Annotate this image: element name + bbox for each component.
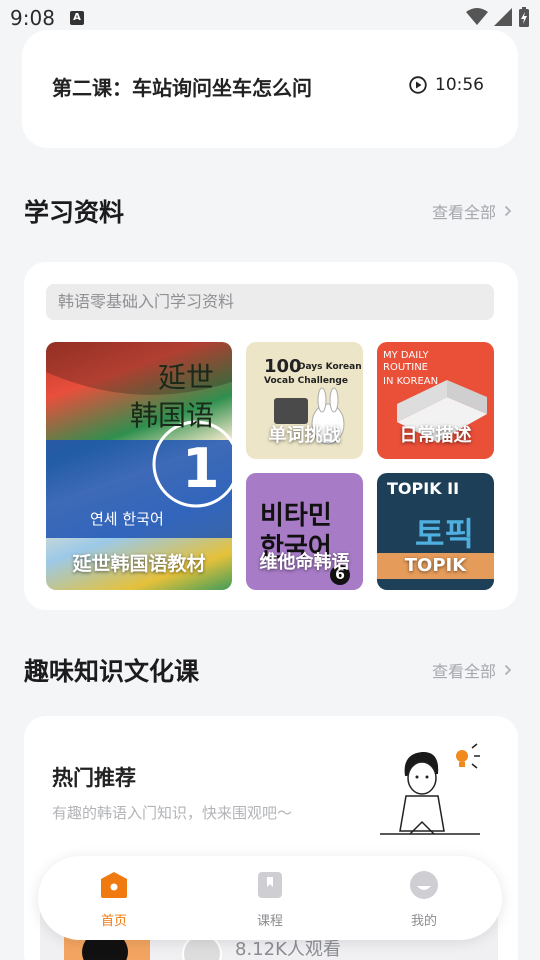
book-label: 日常描述: [399, 425, 472, 446]
hot-recommend-subtitle: 有趣的韩语入门知识，快来围观吧～: [52, 804, 293, 822]
bottom-nav: 首页 课程 我的: [38, 856, 502, 940]
profile-icon: [410, 871, 438, 899]
book-cover-title-2: 토픽: [415, 515, 474, 553]
play-circle-icon: [409, 76, 427, 94]
status-time: 9:08: [10, 6, 55, 30]
nav-profile[interactable]: 我的: [384, 870, 464, 929]
duration-text: 10:56: [435, 75, 484, 95]
book-cover-title-2: 韩国语: [130, 399, 215, 432]
book-cover-number: 1: [182, 437, 220, 500]
lesson-title: 第二课：车站询问坐车怎么问: [52, 76, 312, 100]
materials-header: 学习资料 查看全部: [24, 193, 516, 233]
lesson-duration: 10:56: [409, 75, 484, 95]
materials-title: 学习资料: [24, 198, 125, 227]
book-cover-korean: 연세 한국어: [90, 510, 164, 528]
book-daily-routine[interactable]: MY DAILY ROUTINE IN KOREAN 日常描述: [377, 342, 494, 459]
book-cover-title-1: 延世: [158, 361, 215, 394]
nav-courses[interactable]: 课程: [230, 870, 310, 929]
bookmark-icon: [258, 872, 282, 898]
materials-search-bar[interactable]: 韩语零基础入门学习资料: [46, 284, 494, 320]
lesson-card[interactable]: 第二课：车站询问坐车怎么问 10:56: [22, 30, 518, 148]
nav-home-label: 首页: [100, 914, 127, 929]
see-all-label: 查看全部: [431, 662, 496, 681]
book-yonsei[interactable]: 延世 韩国语 1 연세 한국어 延世韩国语教材: [46, 342, 232, 590]
chevron-right-icon: [504, 664, 512, 676]
student-illustration: [380, 743, 480, 835]
fun-see-all-link[interactable]: 查看全部: [432, 658, 512, 682]
book-label: TOPIK: [404, 555, 467, 576]
notification-icon: A: [70, 11, 84, 25]
book-label: 延世韩国语教材: [72, 553, 206, 575]
app-page: 9:08 A 第二课：车站询问坐车怎么问 10:56 学习资料 查看全部 韩语零…: [0, 0, 540, 960]
nav-profile-label: 我的: [410, 914, 437, 929]
chevron-right-icon: [504, 205, 512, 217]
see-all-label: 查看全部: [431, 203, 496, 222]
wifi-icon: [466, 8, 488, 25]
book-vocab-challenge[interactable]: 100 Days Korean Vocab Challenge 单词挑战: [246, 342, 363, 459]
battery-icon: [519, 7, 529, 27]
status-icons: [466, 7, 530, 27]
book-label: 单词挑战: [268, 425, 341, 446]
nav-courses-label: 课程: [256, 914, 283, 929]
book-vitamin-korean[interactable]: 비타민 한국어 6 维他命韩语: [246, 473, 363, 590]
home-icon: [101, 872, 127, 898]
signal-icon: [494, 8, 512, 26]
materials-card: 韩语零基础入门学习资料 延世 韩国语 1 연세 한국어 延世韩国语教材 100 …: [24, 262, 518, 610]
hot-recommend-title: 热门推荐: [52, 766, 136, 790]
book-label: 维他命韩语: [259, 552, 350, 573]
book-topik[interactable]: TOPIK II 토픽 TOPIK: [377, 473, 494, 590]
book-cover-title-1: TOPIK II: [387, 479, 460, 498]
fun-section-title: 趣味知识文化课: [24, 657, 200, 686]
nav-home[interactable]: 首页: [74, 870, 154, 929]
materials-see-all-link[interactable]: 查看全部: [432, 199, 512, 223]
fun-section-header: 趣味知识文化课 查看全部: [24, 652, 516, 692]
